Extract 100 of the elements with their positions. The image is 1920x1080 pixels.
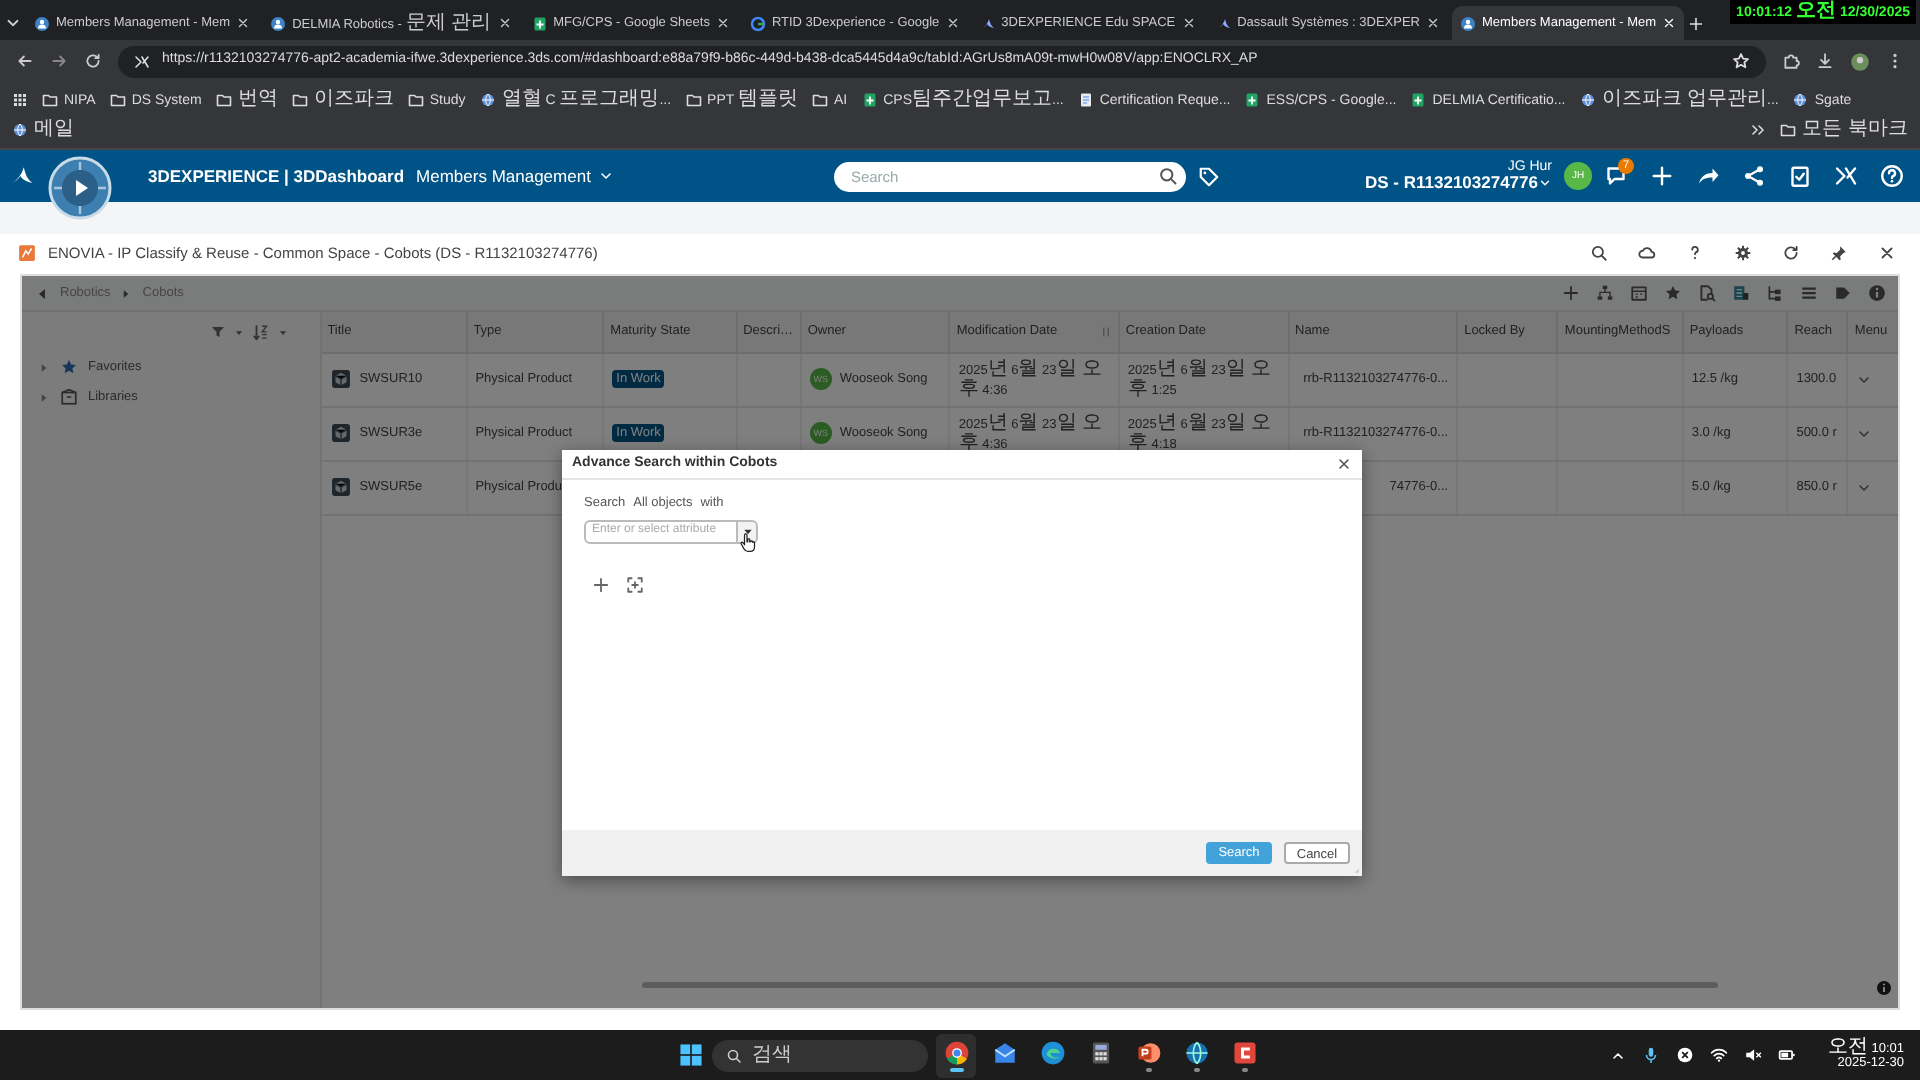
info-icon[interactable] — [1868, 284, 1886, 302]
part-icon — [329, 368, 352, 390]
search-icon[interactable] — [1158, 166, 1179, 186]
caret-icon — [1538, 175, 1552, 190]
caret-icon — [741, 525, 753, 538]
separator-icon — [120, 287, 133, 299]
part-icon — [329, 476, 352, 498]
calendar-icon[interactable] — [1630, 284, 1648, 302]
back-icon[interactable] — [34, 285, 50, 301]
ds-logo-icon — [1215, 15, 1232, 31]
tree-icon[interactable] — [1766, 284, 1784, 302]
bookmark-link[interactable]: 이즈파크 — [291, 86, 394, 114]
info-icon[interactable] — [1876, 980, 1892, 996]
site-info-icon[interactable] — [134, 53, 150, 69]
tenant-menu[interactable]: DS - R1132103274776 — [1365, 173, 1552, 192]
star-icon[interactable] — [1664, 284, 1682, 302]
sort-icon[interactable] — [251, 323, 270, 341]
back-icon[interactable] — [16, 52, 34, 70]
search-icon[interactable] — [1590, 243, 1608, 261]
filter-icon[interactable] — [209, 324, 226, 340]
extensions-icon[interactable] — [1782, 52, 1800, 70]
google-icon — [749, 15, 766, 31]
calculator-icon — [1087, 1039, 1113, 1065]
sheet-icon — [1244, 92, 1261, 108]
help-icon[interactable] — [1880, 164, 1904, 188]
tag-icon[interactable] — [1198, 165, 1221, 187]
app-icon — [1231, 1039, 1257, 1065]
folder-icon — [291, 92, 308, 108]
clipboard-icon[interactable] — [1788, 164, 1812, 188]
profile-icon[interactable] — [1850, 51, 1870, 71]
site-icon — [1792, 92, 1809, 108]
site-icon — [479, 92, 496, 108]
search-icon — [726, 1047, 742, 1063]
presentation-icon — [1135, 1039, 1161, 1065]
add-icon[interactable] — [592, 575, 610, 594]
show-hidden-icon[interactable] — [1609, 1047, 1626, 1063]
bookmark-star-icon[interactable] — [1732, 52, 1750, 70]
help-icon[interactable] — [1686, 243, 1704, 261]
globe-icon — [1183, 1039, 1209, 1065]
row-menu-icon[interactable] — [1856, 479, 1873, 495]
close-circle-icon[interactable] — [1675, 1046, 1694, 1064]
download-icon[interactable] — [1816, 52, 1834, 70]
list-icon[interactable] — [1800, 284, 1818, 302]
bookmark-link[interactable]: 메일 — [12, 116, 74, 144]
add-icon[interactable] — [1562, 284, 1580, 302]
network-icon[interactable] — [1742, 164, 1766, 188]
edge-icon — [1039, 1039, 1065, 1065]
tab-search-icon[interactable] — [4, 14, 22, 32]
app-icon — [18, 243, 36, 261]
forward-icon[interactable] — [50, 52, 68, 70]
close-icon[interactable] — [1878, 243, 1896, 261]
folder-icon — [407, 92, 424, 108]
select-icon[interactable] — [626, 575, 644, 594]
brand-title: 3DEXPERIENCE | 3DDashboard — [148, 165, 405, 187]
bookmark-folder[interactable]: 모든 북마크 — [1780, 116, 1908, 144]
sheet-icon — [861, 92, 878, 108]
taskbar-app[interactable] — [936, 1033, 976, 1077]
wifi-icon[interactable] — [1709, 1046, 1728, 1064]
new-tab-icon[interactable] — [1688, 15, 1705, 31]
dashboard-menu[interactable]: Members Management — [416, 165, 615, 187]
notifications-icon[interactable] — [1604, 164, 1628, 188]
reload-icon[interactable] — [84, 52, 102, 70]
more-bookmarks-icon[interactable] — [1750, 122, 1767, 138]
mail-icon — [991, 1039, 1017, 1065]
folder-icon — [1780, 122, 1797, 138]
apps-icon[interactable] — [12, 92, 28, 108]
document-search-icon[interactable] — [1698, 284, 1716, 302]
battery-icon[interactable] — [1777, 1046, 1796, 1064]
person-icon — [270, 15, 287, 31]
folder-icon — [811, 92, 828, 108]
close-icon[interactable] — [1336, 456, 1352, 472]
dropdown-button[interactable] — [738, 519, 758, 544]
site-icon — [12, 122, 28, 138]
library-icon — [60, 388, 78, 406]
folder-icon — [215, 92, 232, 108]
pin-icon[interactable] — [1830, 243, 1848, 261]
share-icon[interactable] — [1696, 164, 1720, 188]
caret-icon[interactable] — [233, 327, 244, 337]
row-menu-icon[interactable] — [1856, 371, 1873, 387]
caret-icon[interactable] — [277, 327, 288, 337]
site-icon — [1579, 92, 1596, 108]
start-icon[interactable] — [678, 1042, 704, 1068]
hierarchy-icon[interactable] — [1596, 284, 1614, 302]
microphone-icon[interactable] — [1641, 1046, 1660, 1064]
cloud-icon[interactable] — [1638, 243, 1656, 261]
bookmark-link[interactable]: 번역 — [215, 86, 278, 114]
folder-icon — [109, 92, 126, 108]
folder-icon — [42, 92, 58, 108]
person-icon — [1460, 15, 1477, 31]
chrome-icon — [943, 1039, 969, 1065]
settings-icon[interactable] — [1734, 243, 1752, 261]
tag-icon[interactable] — [1834, 284, 1852, 302]
refresh-icon[interactable] — [1782, 243, 1800, 261]
resize-grip-icon[interactable] — [1350, 864, 1360, 874]
taskbar-search-field[interactable]: 검색 — [712, 1039, 928, 1071]
row-menu-icon[interactable] — [1856, 425, 1873, 441]
database-icon[interactable] — [1732, 284, 1750, 302]
volume-muted-icon[interactable] — [1743, 1046, 1762, 1064]
sheet-icon — [531, 15, 548, 31]
apps-tools-icon[interactable] — [1834, 164, 1858, 188]
